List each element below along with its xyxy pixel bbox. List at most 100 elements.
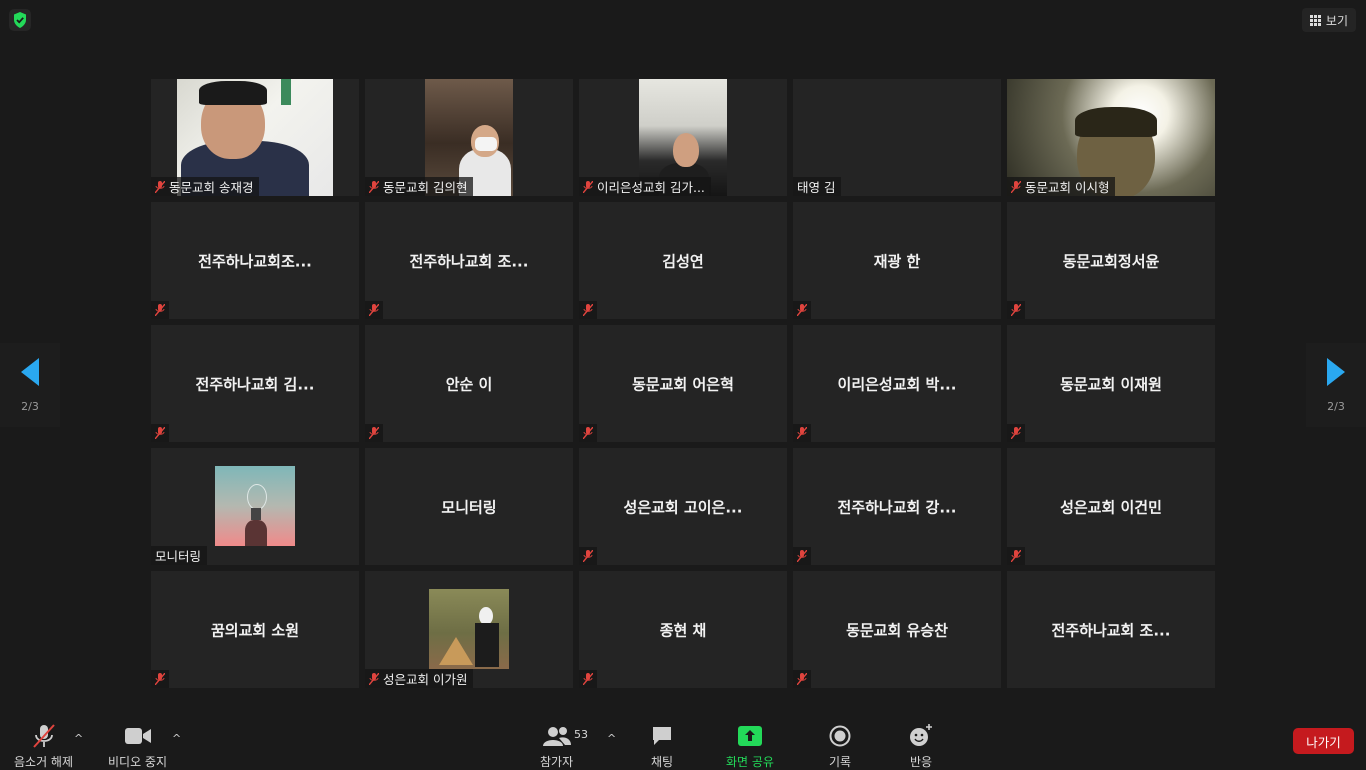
participant-name: 동문교회 유승찬 xyxy=(846,621,948,639)
muted-mic-icon xyxy=(151,670,169,688)
next-page-button[interactable]: 2/3 xyxy=(1306,343,1366,427)
arrow-right-icon xyxy=(1327,357,1345,386)
leave-meeting-button[interactable]: 나가기 xyxy=(1293,728,1354,754)
participant-tile[interactable]: 동문교회 유승찬 xyxy=(793,571,1001,688)
participant-tile[interactable]: 동문교회 김의현 xyxy=(365,79,573,196)
muted-mic-icon xyxy=(1007,424,1025,442)
muted-mic-icon xyxy=(151,301,169,319)
participant-name: 동문교회정서윤 xyxy=(1062,252,1160,270)
security-shield-icon[interactable] xyxy=(9,9,31,31)
audio-options-caret-icon[interactable]: ^ xyxy=(74,732,83,745)
chat-button[interactable]: 채팅 xyxy=(651,724,673,770)
participants-options-caret-icon[interactable]: ^ xyxy=(607,732,616,745)
participant-name: 성은교회 이건민 xyxy=(1060,498,1162,516)
participant-tile[interactable]: 전주하나교회조... xyxy=(151,202,359,319)
participant-tile[interactable]: 동문교회정서윤 xyxy=(1007,202,1215,319)
muted-mic-icon xyxy=(579,424,597,442)
participant-tile[interactable]: 성은교회 고이은... xyxy=(579,448,787,565)
muted-mic-icon xyxy=(793,547,811,565)
participant-tile[interactable]: 이리은성교회 박... xyxy=(793,325,1001,442)
participant-name: 안순 이 xyxy=(445,375,493,393)
muted-mic-icon xyxy=(793,670,811,688)
participant-tile[interactable]: 성은교회 이건민 xyxy=(1007,448,1215,565)
unmute-button[interactable]: 음소거 해제 xyxy=(14,724,73,770)
stop-video-button[interactable]: 비디오 중지 xyxy=(108,724,167,770)
arrow-left-icon xyxy=(21,357,39,386)
participant-name: 전주하나교회 김... xyxy=(195,375,315,393)
muted-mic-icon xyxy=(579,670,597,688)
participant-name: 동문교회 어은혁 xyxy=(632,375,734,393)
participant-name-label: 모니터링 xyxy=(151,546,208,565)
muted-mic-icon xyxy=(151,424,169,442)
participant-name-label: 동문교회 송재경 xyxy=(151,177,260,196)
participants-button[interactable]: 참가자 xyxy=(540,724,573,770)
participant-tile[interactable]: 모니터링 xyxy=(365,448,573,565)
participant-tile[interactable]: 김성연 xyxy=(579,202,787,319)
muted-mic-icon xyxy=(369,180,379,193)
participant-tile[interactable]: 전주하나교회 조... xyxy=(1007,571,1215,688)
meeting-toolbar: 음소거 해제 ^ 비디오 중지 ^ 참가자 53 ^ 채팅 화면 공유 기록 반… xyxy=(0,706,1366,770)
participant-tile[interactable]: 종현 채 xyxy=(579,571,787,688)
participant-name-label: 태영 김 xyxy=(793,177,842,196)
muted-mic-icon xyxy=(579,301,597,319)
page-indicator: 2/3 xyxy=(1327,399,1345,413)
muted-mic-icon xyxy=(369,672,379,685)
participant-tile[interactable]: 성은교회 이가원 xyxy=(365,571,573,688)
participant-tile[interactable]: 안순 이 xyxy=(365,325,573,442)
muted-mic-icon xyxy=(365,301,383,319)
muted-mic-icon xyxy=(793,301,811,319)
participant-tile[interactable]: 꿈의교회 소원 xyxy=(151,571,359,688)
video-options-caret-icon[interactable]: ^ xyxy=(172,732,181,745)
participant-tile[interactable]: 동문교회 송재경 xyxy=(151,79,359,196)
participant-name-label: 이리은성교회 김가... xyxy=(579,177,711,196)
participant-name: 김성연 xyxy=(662,252,704,270)
page-indicator: 2/3 xyxy=(21,399,39,413)
muted-mic-icon xyxy=(155,180,165,193)
participant-name: 전주하나교회 강... xyxy=(837,498,957,516)
video-camera-icon xyxy=(124,728,151,744)
participant-name: 전주하나교회 조... xyxy=(1051,621,1171,639)
participants-count: 53 xyxy=(574,728,588,741)
share-screen-button[interactable]: 화면 공유 xyxy=(726,724,774,770)
participant-name-label: 동문교회 김의현 xyxy=(365,177,474,196)
participant-tile[interactable]: 이리은성교회 김가... xyxy=(579,79,787,196)
participant-name-label: 동문교회 이시형 xyxy=(1007,177,1116,196)
participant-tile[interactable]: 재광 한 xyxy=(793,202,1001,319)
share-screen-icon xyxy=(737,726,762,746)
participant-name: 동문교회 이재원 xyxy=(1060,375,1162,393)
participant-name: 이리은성교회 박... xyxy=(837,375,957,393)
reaction-emoji-icon xyxy=(910,724,932,746)
previous-page-button[interactable]: 2/3 xyxy=(0,343,60,427)
muted-mic-icon xyxy=(1007,301,1025,319)
video-gallery: 동문교회 송재경 동문교회 김의현 이리은성교회 김가... 태영 김 동문교회… xyxy=(151,79,1215,688)
participant-tile[interactable]: 동문교회 어은혁 xyxy=(579,325,787,442)
participant-tile[interactable]: 전주하나교회 김... xyxy=(151,325,359,442)
participant-name: 종현 채 xyxy=(659,621,707,639)
mic-muted-icon xyxy=(32,724,55,748)
participant-name: 전주하나교회조... xyxy=(198,252,312,270)
participant-tile[interactable]: 동문교회 이시형 xyxy=(1007,79,1215,196)
muted-mic-icon xyxy=(583,180,593,193)
participant-name: 꿈의교회 소원 xyxy=(210,621,300,639)
profile-picture xyxy=(429,589,509,669)
muted-mic-icon xyxy=(793,424,811,442)
participant-name-label: 성은교회 이가원 xyxy=(365,669,474,688)
reactions-button[interactable]: 반응 xyxy=(909,724,933,770)
participants-icon xyxy=(542,727,571,746)
participant-name: 성은교회 고이은... xyxy=(623,498,743,516)
record-icon xyxy=(829,725,851,747)
participant-tile[interactable]: 전주하나교회 강... xyxy=(793,448,1001,565)
muted-mic-icon xyxy=(365,424,383,442)
participant-tile[interactable]: 동문교회 이재원 xyxy=(1007,325,1215,442)
participant-tile[interactable]: 모니터링 xyxy=(151,448,359,565)
participant-tile[interactable]: 태영 김 xyxy=(793,79,1001,196)
muted-mic-icon xyxy=(1011,180,1021,193)
participant-name: 모니터링 xyxy=(441,498,497,516)
participant-name: 전주하나교회 조... xyxy=(409,252,529,270)
participant-tile[interactable]: 전주하나교회 조... xyxy=(365,202,573,319)
participant-name: 재광 한 xyxy=(873,252,921,270)
view-button[interactable]: 보기 xyxy=(1301,8,1356,32)
profile-picture xyxy=(215,466,295,546)
record-button[interactable]: 기록 xyxy=(829,724,851,770)
view-label: 보기 xyxy=(1325,13,1348,28)
